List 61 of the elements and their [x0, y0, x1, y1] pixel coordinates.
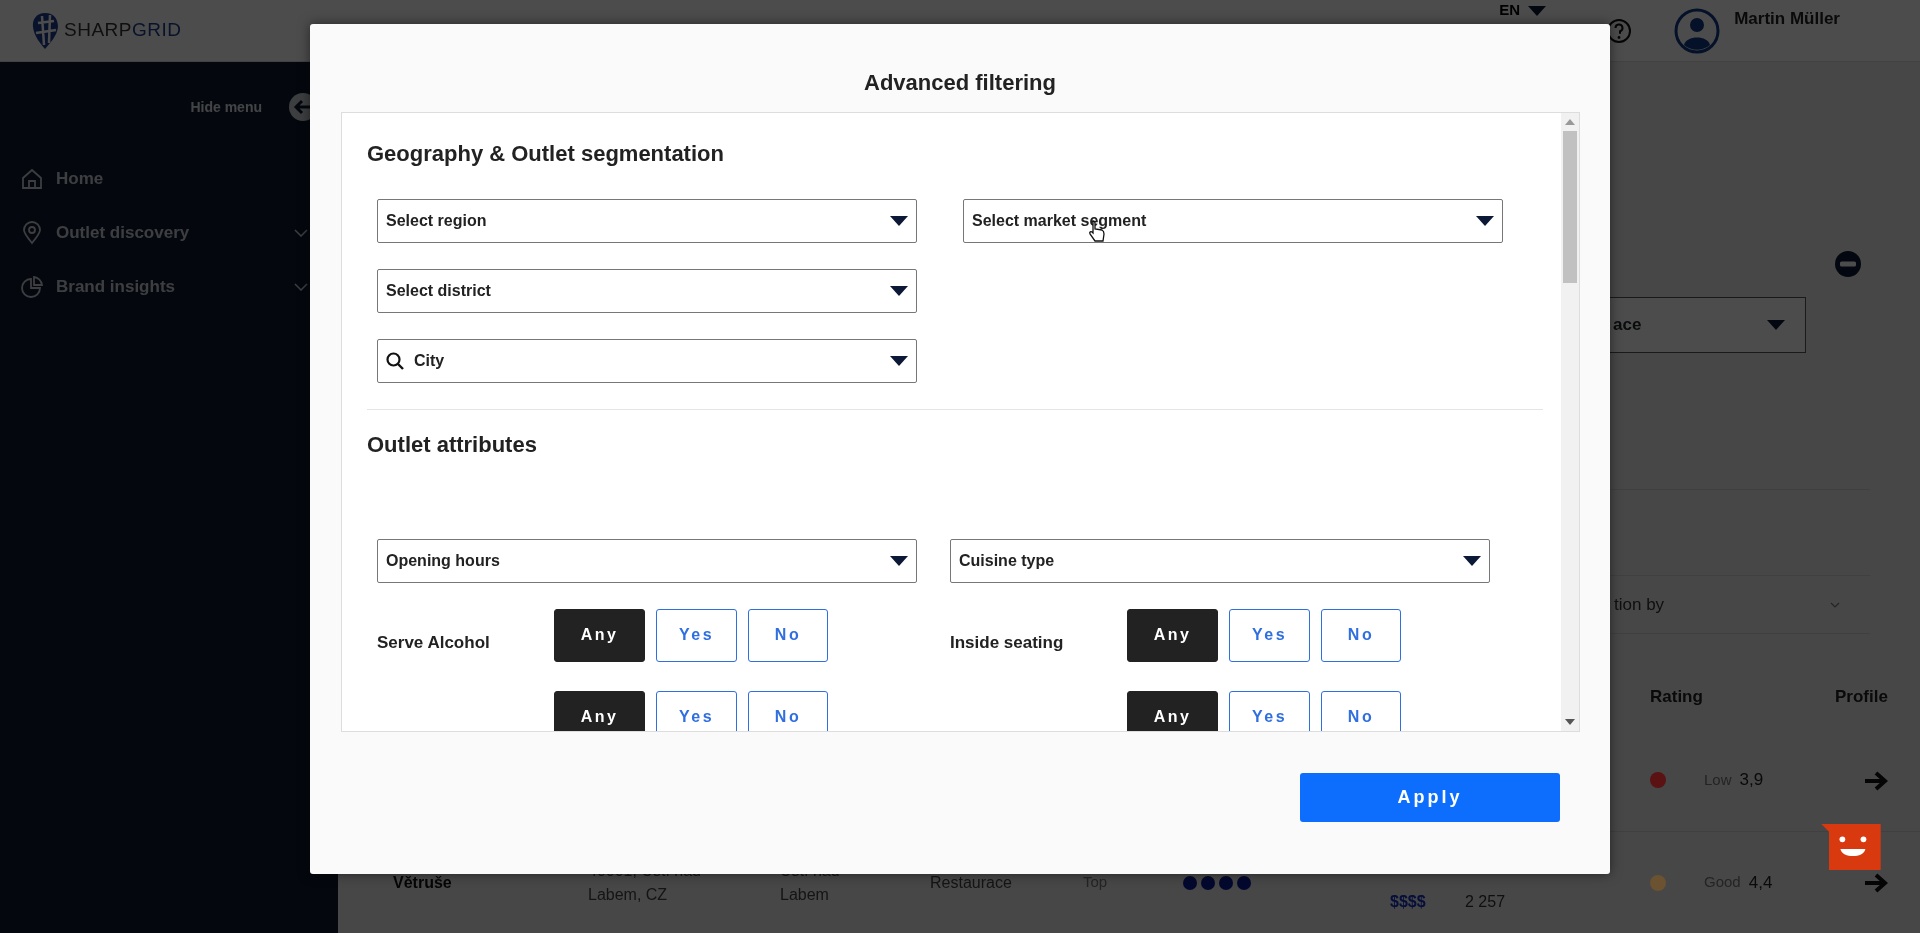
scroll-up-icon[interactable] [1565, 119, 1575, 125]
toggle-button[interactable]: No [748, 608, 828, 662]
caret-icon [890, 555, 908, 566]
toggle-button[interactable]: No [748, 690, 828, 731]
home-icon [20, 167, 44, 191]
caret-icon [1767, 320, 1785, 330]
count-text: 2 257 [1465, 891, 1507, 912]
scrollbar[interactable] [1561, 113, 1579, 731]
toggle-button[interactable]: Any [554, 608, 645, 662]
language-dropdown[interactable]: EN [1499, 0, 1547, 22]
scroll-down-icon[interactable] [1565, 719, 1575, 725]
scrollbar-thumb[interactable] [1563, 131, 1577, 283]
caret-icon [1476, 216, 1494, 227]
caret-icon [890, 356, 908, 367]
chevron-down-icon [1830, 601, 1840, 608]
toggle-button[interactable]: Yes [1229, 608, 1310, 662]
rating-value: 3,9 [1739, 769, 1764, 792]
dropdown-field[interactable]: Cuisine type [950, 538, 1490, 583]
location-pin-icon [20, 221, 44, 245]
logo-icon [30, 10, 60, 51]
dot-icon [1183, 875, 1197, 890]
search-icon [386, 352, 404, 371]
caret-icon [890, 216, 908, 227]
pie-chart-icon [20, 275, 44, 299]
caret-icon [1528, 5, 1547, 16]
field-label: Inside seating [950, 631, 1065, 654]
dot-icon [1237, 875, 1251, 890]
toggle-button[interactable]: Yes [1229, 690, 1310, 731]
dot-icon [1219, 875, 1233, 890]
dot-icon [1201, 875, 1215, 890]
dialog-title: Advanced filtering [863, 69, 1057, 97]
toggle-button[interactable]: Yes [656, 608, 737, 662]
toggle-button[interactable]: No [1321, 608, 1401, 662]
price-text: $$$$ [1390, 891, 1427, 912]
logo: SHARPGRID [64, 18, 182, 43]
toggle-button[interactable]: Any [1127, 608, 1218, 662]
arrow-right-icon[interactable] [1863, 872, 1889, 895]
dropdown-field[interactable]: City [377, 339, 917, 384]
caret-icon [1463, 555, 1481, 566]
toggle-button[interactable]: Yes [656, 690, 737, 731]
toggle-button[interactable]: Any [1127, 690, 1218, 731]
caret-icon [890, 286, 908, 297]
outlet-name: Větruše [393, 872, 453, 893]
column-header: Rating [1650, 686, 1704, 709]
rating-value: 4,4 [1748, 871, 1773, 894]
chat-widget-icon[interactable] [1820, 824, 1882, 870]
dropdown-field[interactable]: Select region [377, 199, 917, 244]
dropdown-field[interactable]: Opening hours [377, 538, 917, 583]
toggle-button[interactable]: No [1321, 690, 1401, 731]
dropdown-field[interactable]: Select district [377, 269, 917, 314]
toggle-button[interactable]: Any [554, 690, 645, 731]
minus-circle-icon[interactable] [1834, 250, 1862, 278]
arrow-right-icon[interactable] [1863, 769, 1889, 792]
section-heading: Geography & Outlet segmentation [367, 141, 725, 168]
section-heading: Outlet attributes [367, 432, 538, 459]
dropdown-field[interactable]: Select market segment [963, 199, 1503, 244]
column-header: Profile [1835, 686, 1889, 709]
field-label: Serve Alcohol [377, 631, 491, 654]
avatar-icon[interactable] [1674, 7, 1721, 54]
apply-button[interactable]: Apply [1300, 773, 1560, 822]
user-name: Martin Müller [1734, 8, 1840, 30]
